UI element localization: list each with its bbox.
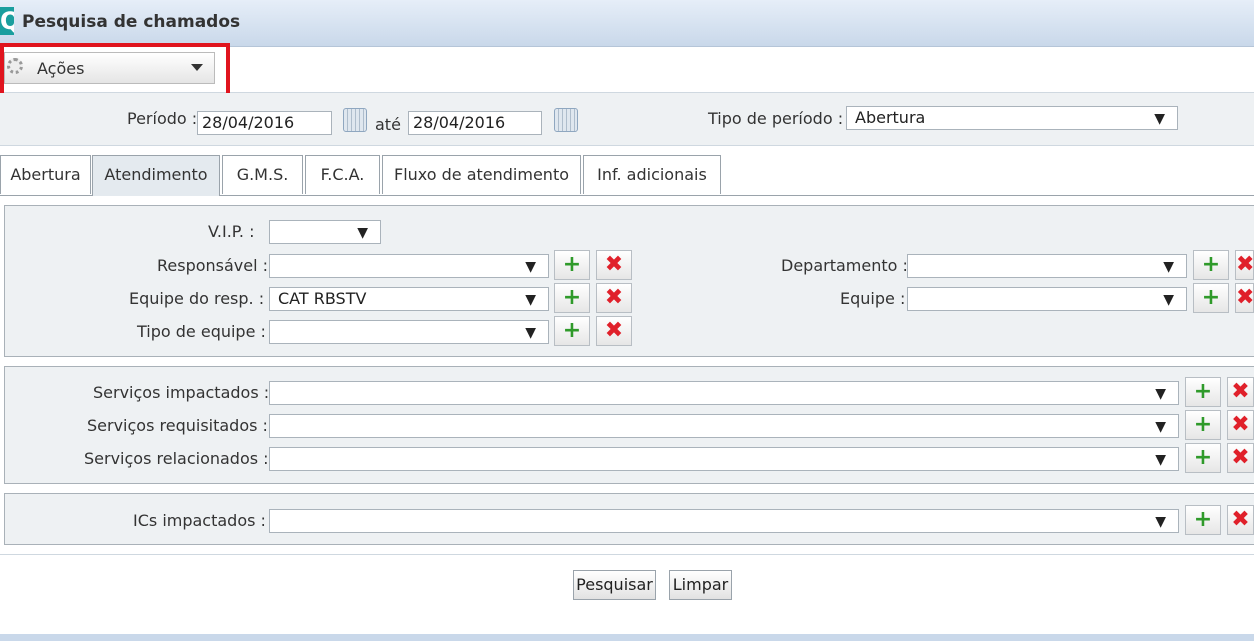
- calendar-icon[interactable]: [554, 108, 578, 132]
- chevron-down-icon: ▼: [1155, 514, 1166, 530]
- divider: [0, 554, 1254, 555]
- chevron-down-icon: ▼: [1163, 292, 1174, 308]
- search-button[interactable]: Pesquisar: [573, 570, 656, 600]
- delete-x-icon[interactable]: ✖: [1227, 443, 1254, 473]
- equipe-resp-label: Equipe do resp. :: [129, 289, 265, 308]
- app-logo-icon: Q: [0, 7, 14, 35]
- tab-gms[interactable]: G.M.S.: [222, 155, 303, 194]
- period-type-select[interactable]: Abertura ▼: [846, 106, 1178, 130]
- tab-fluxo-atendimento[interactable]: Fluxo de atendimento: [382, 155, 581, 194]
- add-search-icon[interactable]: +: [1185, 410, 1221, 440]
- period-label: Período :: [127, 109, 198, 128]
- responsavel-select[interactable]: ▼: [269, 254, 549, 278]
- tab-abertura[interactable]: Abertura: [0, 155, 91, 194]
- chevron-down-icon: ▼: [1155, 452, 1166, 468]
- servicos-requisitados-select[interactable]: ▼: [269, 414, 1179, 438]
- chevron-down-icon: ▼: [525, 325, 536, 341]
- add-search-icon[interactable]: +: [554, 283, 590, 313]
- servicos-impactados-label: Serviços impactados :: [93, 383, 270, 402]
- chevron-down-icon: ▼: [1155, 386, 1166, 402]
- vip-label: V.I.P. :: [208, 222, 255, 241]
- footer-bar: [0, 634, 1254, 641]
- add-search-icon[interactable]: +: [1185, 505, 1221, 535]
- period-type-label: Tipo de período :: [708, 109, 844, 128]
- equipe-resp-value: CAT RBSTV: [278, 289, 367, 308]
- chevron-down-icon: ▼: [1163, 259, 1174, 275]
- servicos-relacionados-select[interactable]: ▼: [269, 447, 1179, 471]
- equipe-resp-select[interactable]: CAT RBSTV ▼: [269, 287, 549, 311]
- departamento-label: Departamento :: [781, 256, 908, 275]
- add-search-icon[interactable]: +: [1185, 377, 1221, 407]
- delete-x-icon[interactable]: ✖: [1235, 283, 1254, 313]
- chevron-down-icon: ▼: [1155, 419, 1166, 435]
- equipe-label: Equipe :: [840, 289, 906, 308]
- delete-x-icon[interactable]: ✖: [596, 316, 632, 346]
- page-title: Pesquisa de chamados: [22, 12, 241, 32]
- ics-impactados-label: ICs impactados :: [133, 511, 266, 530]
- clear-button[interactable]: Limpar: [669, 570, 732, 600]
- add-search-icon[interactable]: +: [1185, 443, 1221, 473]
- chevron-down-icon: ▼: [525, 292, 536, 308]
- add-search-icon[interactable]: +: [1193, 283, 1229, 313]
- period-from-input[interactable]: 28/04/2016: [197, 111, 332, 135]
- tipo-equipe-label: Tipo de equipe :: [137, 322, 266, 341]
- add-search-icon[interactable]: +: [554, 316, 590, 346]
- period-to-label: até: [375, 115, 401, 134]
- departamento-select[interactable]: ▼: [907, 254, 1187, 278]
- delete-x-icon[interactable]: ✖: [1235, 250, 1254, 280]
- delete-x-icon[interactable]: ✖: [596, 250, 632, 280]
- add-search-icon[interactable]: +: [554, 250, 590, 280]
- responsavel-label: Responsável :: [157, 256, 269, 275]
- highlight-annotation: [0, 43, 230, 97]
- chevron-down-icon: ▼: [525, 259, 536, 275]
- period-type-value: Abertura: [855, 108, 926, 127]
- chevron-down-icon: ▼: [357, 225, 368, 241]
- equipe-select[interactable]: ▼: [907, 287, 1187, 311]
- calendar-icon[interactable]: [343, 108, 367, 132]
- vip-select[interactable]: ▼: [269, 220, 381, 244]
- ics-impactados-select[interactable]: ▼: [269, 509, 1179, 533]
- servicos-requisitados-label: Serviços requisitados :: [87, 416, 268, 435]
- tab-inf-adicionais[interactable]: Inf. adicionais: [583, 155, 721, 194]
- chevron-down-icon: ▼: [1154, 111, 1165, 127]
- period-to-input[interactable]: 28/04/2016: [408, 111, 542, 135]
- servicos-impactados-select[interactable]: ▼: [269, 381, 1179, 405]
- tipo-equipe-select[interactable]: ▼: [269, 320, 549, 344]
- delete-x-icon[interactable]: ✖: [1227, 377, 1254, 407]
- servicos-relacionados-label: Serviços relacionados :: [84, 449, 269, 468]
- add-search-icon[interactable]: +: [1193, 250, 1229, 280]
- tab-fca[interactable]: F.C.A.: [305, 155, 380, 194]
- delete-x-icon[interactable]: ✖: [1227, 505, 1254, 535]
- delete-x-icon[interactable]: ✖: [1227, 410, 1254, 440]
- delete-x-icon[interactable]: ✖: [596, 283, 632, 313]
- tab-atendimento[interactable]: Atendimento: [92, 155, 220, 196]
